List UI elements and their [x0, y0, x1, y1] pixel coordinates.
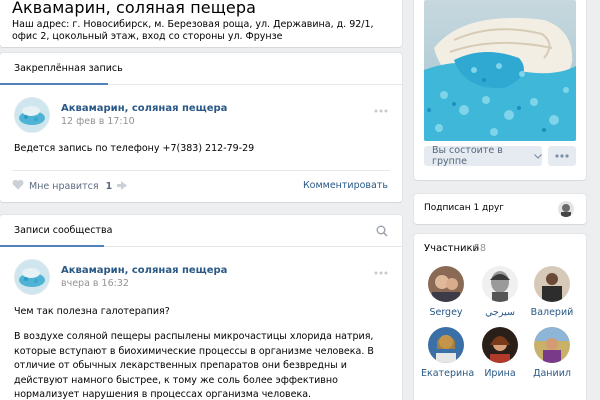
active-tab-underline — [0, 245, 104, 247]
member-name: Ирина — [484, 368, 516, 379]
friend-avatar[interactable] — [558, 201, 574, 217]
member-name: Валерий — [530, 307, 574, 318]
post-more-icon[interactable] — [373, 268, 389, 275]
group-photo-card: Вы состоите в группе — [414, 0, 586, 180]
friends-subscribed-card[interactable]: Подписан 1 друг — [414, 194, 586, 224]
post-author-name[interactable]: Аквамарин, соляная пещера — [61, 103, 227, 114]
like-label: Мне нравится — [29, 180, 99, 192]
tab-community-posts[interactable]: Записи сообщества — [14, 225, 112, 236]
member-name: Екатерина — [421, 368, 475, 379]
post-timestamp[interactable]: 12 фев в 17:10 — [61, 116, 135, 127]
search-icon[interactable] — [376, 225, 388, 240]
member-name: Даниил — [533, 368, 571, 379]
community-tabbar: Записи сообщества — [0, 215, 402, 247]
member-item[interactable]: سيرجي — [475, 266, 525, 318]
post-more-icon[interactable] — [373, 106, 389, 113]
post-question: Чем так полезна галотерапия? — [14, 306, 170, 317]
members-title[interactable]: Участники — [424, 243, 479, 254]
group-title: Аквамарин, соляная пещера — [12, 0, 256, 17]
member-item[interactable]: Валерий — [527, 266, 577, 318]
active-tab-underline — [0, 83, 108, 85]
heart-icon — [12, 179, 24, 193]
avatar — [428, 266, 464, 302]
member-item[interactable]: Sergey — [421, 266, 471, 318]
more-icon — [555, 154, 569, 158]
post-body: В воздухе соляной пещеры распылены микро… — [14, 331, 374, 400]
pinned-post-card: Закреплённая запись Аквамарин, соляная п… — [0, 53, 402, 202]
post-author-avatar[interactable] — [14, 97, 50, 133]
post-author-name[interactable]: Аквамарин, соляная пещера — [61, 265, 227, 276]
member-name: Sergey — [429, 307, 463, 318]
member-item[interactable]: Ирина — [475, 327, 525, 379]
comment-button[interactable]: Комментировать — [303, 180, 388, 191]
members-card: Участники 58 Sergey سيرجي Валерий Екатер… — [414, 234, 586, 400]
like-count: 1 — [105, 180, 113, 192]
like-button[interactable]: Мне нравится 1 — [12, 179, 112, 193]
post-text: Ведется запись по телефону +7(383) 212-7… — [14, 143, 255, 154]
friends-subscribed-label: Подписан 1 друг — [424, 203, 505, 213]
avatar — [428, 327, 464, 363]
community-posts-card: Записи сообщества Аквамарин, соляная пещ… — [0, 215, 402, 400]
avatar — [534, 266, 570, 302]
avatar — [482, 327, 518, 363]
pinned-tabbar: Закреплённая запись — [0, 53, 402, 85]
post-divider — [12, 170, 390, 171]
avatar — [482, 266, 518, 302]
group-address: Наш адрес: г. Новосибирск, м. Березовая … — [12, 19, 374, 42]
member-name: سيرجي — [485, 307, 515, 318]
membership-button[interactable]: Вы состоите в группе — [424, 145, 542, 167]
group-cover-photo[interactable] — [424, 0, 576, 141]
member-item[interactable]: Екатерина — [421, 327, 475, 379]
avatar — [534, 327, 570, 363]
chevron-down-icon — [534, 151, 542, 162]
membership-button-label: Вы состоите в группе — [432, 145, 503, 167]
post-timestamp[interactable]: вчера в 16:32 — [61, 278, 129, 289]
member-item[interactable]: Даниил — [527, 327, 577, 379]
group-actions-button[interactable] — [548, 146, 576, 166]
tab-pinned-post[interactable]: Закреплённая запись — [14, 63, 123, 74]
share-icon[interactable] — [116, 180, 128, 194]
group-header-card: Аквамарин, соляная пещера Наш адрес: г. … — [0, 0, 402, 47]
post-author-avatar[interactable] — [14, 259, 50, 295]
members-count: 58 — [474, 243, 487, 254]
